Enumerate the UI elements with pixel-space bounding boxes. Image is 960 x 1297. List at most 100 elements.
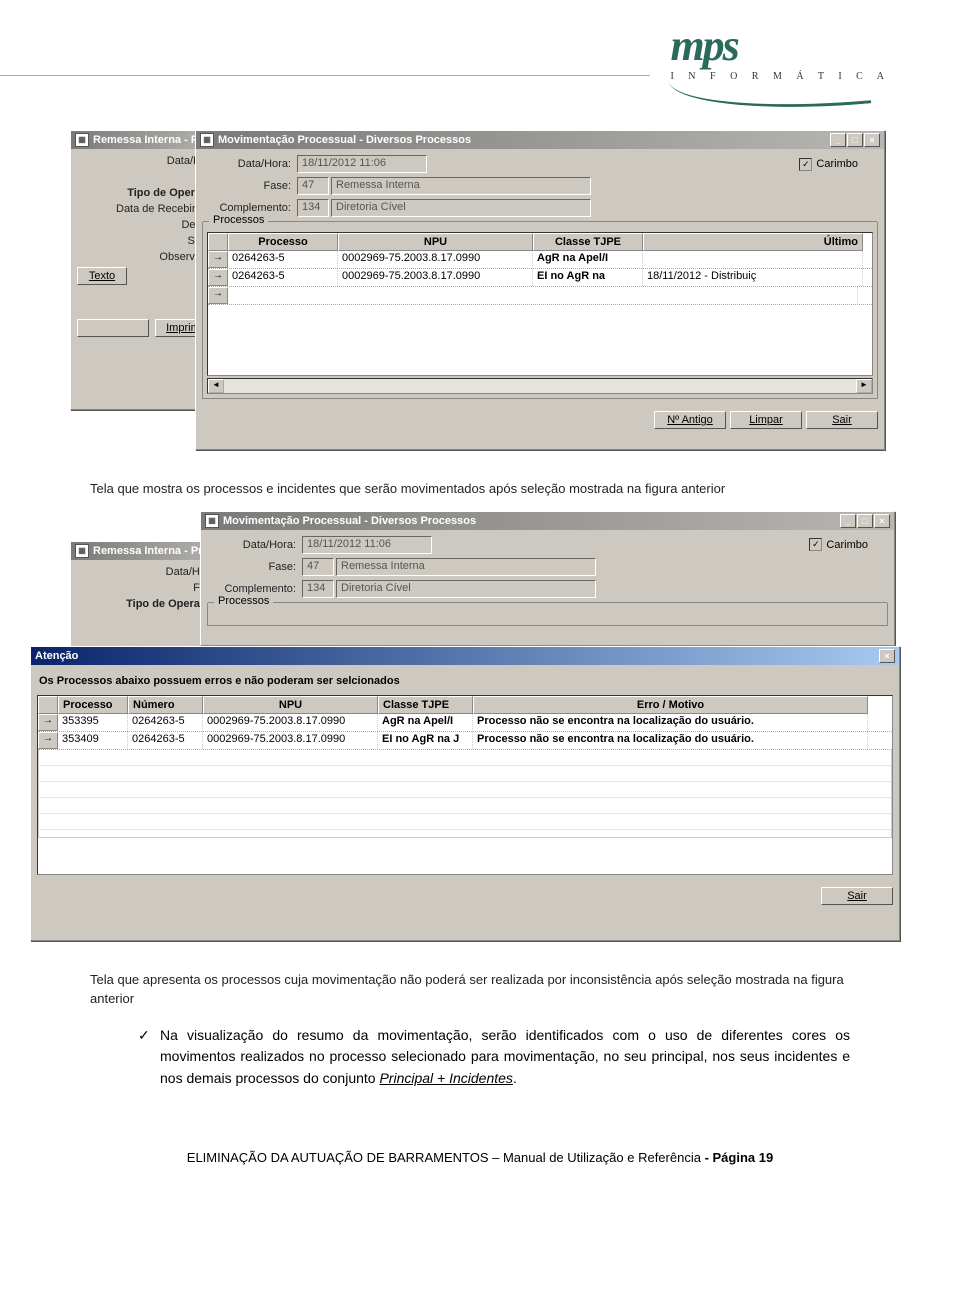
table-row[interactable]: → 353395 0264263-5 0002969-75.2003.8.17.…: [38, 714, 892, 732]
cell-processo: 0264263-5: [228, 269, 338, 286]
row-arrow-icon[interactable]: →: [208, 287, 228, 304]
cell-classe: AgR na Apel/I: [378, 714, 473, 731]
grid-footer-space: [38, 838, 892, 874]
check-icon: ✓: [138, 1025, 150, 1047]
col-processo: Processo: [58, 696, 128, 714]
col-processo: Processo: [228, 233, 338, 251]
bullet-link: Principal + Incidentes: [379, 1070, 512, 1086]
row-arrow-icon[interactable]: →: [38, 732, 58, 749]
footer-prefix: ELIMINAÇÃO DA AUTUAÇÃO DE BARRAMENTOS – …: [187, 1150, 701, 1165]
window-icon: ▦: [205, 514, 219, 528]
maximize-button[interactable]: □: [857, 514, 873, 528]
page-footer: ELIMINAÇÃO DA AUTUAÇÃO DE BARRAMENTOS – …: [70, 1150, 890, 1165]
input-datahora[interactable]: 18/11/2012 11:06: [297, 155, 427, 173]
cell-erro: Processo não se encontra na localização …: [473, 714, 868, 731]
processos-fieldset-2: Processos: [207, 602, 888, 626]
scroll-left-icon[interactable]: ◄: [208, 379, 224, 393]
limpar-button[interactable]: Limpar: [730, 411, 802, 429]
maximize-button[interactable]: □: [847, 133, 863, 147]
screenshot-stack-1: ▦ Remessa Interna - P Data/H F Tipo de O…: [70, 130, 890, 460]
input-comp-name: Diretoria Cível: [331, 199, 591, 217]
screenshot-stack-2: ▦ Remessa Interna - Pr Data/Ho Fa Tipo d…: [70, 511, 890, 951]
header-rule: [0, 75, 650, 76]
label-tipo-opera: Tipo de Opera: [77, 187, 207, 199]
label-observa: Observa: [77, 251, 207, 263]
minimize-button[interactable]: _: [830, 133, 846, 147]
input-fase-code[interactable]: 47: [302, 558, 334, 576]
grid-blank-rows: [38, 750, 892, 838]
label-data-receb: Data de Recebim: [77, 203, 207, 215]
cell-numero: 0264263-5: [128, 714, 203, 731]
warning-message: Os Processos abaixo possuem erros e não …: [37, 671, 893, 695]
row-arrow-icon[interactable]: →: [208, 251, 228, 268]
window-title: Movimentação Processual - Diversos Proce…: [223, 515, 476, 527]
errors-grid: Processo Número NPU Classe TJPE Erro / M…: [37, 695, 893, 875]
window-icon: ▦: [75, 133, 89, 147]
row-arrow-icon[interactable]: →: [208, 269, 228, 286]
col-ultimo: Último: [643, 233, 863, 251]
input-datahora[interactable]: 18/11/2012 11:06: [302, 536, 432, 554]
close-button[interactable]: ×: [879, 649, 895, 663]
cell-npu: 0002969-75.2003.8.17.0990: [203, 714, 378, 731]
window-title: Movimentação Processual - Diversos Proce…: [218, 134, 471, 146]
table-row[interactable]: → 0264263-5 0002969-75.2003.8.17.0990 Ag…: [208, 251, 872, 269]
col-erro: Erro / Motivo: [473, 696, 868, 714]
window-title: Remessa Interna - Pr: [93, 545, 202, 557]
input-comp-code[interactable]: 134: [302, 580, 334, 598]
processos-legend: Processos: [214, 595, 273, 607]
cell-processo: 353409: [58, 732, 128, 749]
col-numero: Número: [128, 696, 203, 714]
window-atencao: Atenção × Os Processos abaixo possuem er…: [30, 646, 900, 941]
cell-numero: 0264263-5: [128, 732, 203, 749]
grid-corner: [38, 696, 58, 714]
caption-1: Tela que mostra os processos e incidente…: [90, 480, 890, 499]
processos-grid: Processo NPU Classe TJPE Último → 026426…: [207, 232, 873, 376]
col-npu: NPU: [203, 696, 378, 714]
sair-button[interactable]: Sair: [806, 411, 878, 429]
sair-button[interactable]: Sair: [821, 887, 893, 905]
cell-erro: Processo não se encontra na localização …: [473, 732, 868, 749]
label-datahora: Data/Hora:: [207, 539, 302, 551]
label-dataho: Data/Ho: [77, 566, 212, 578]
cell-ultimo: 18/11/2012 - Distribuiç: [643, 269, 863, 286]
carimbo-checkbox[interactable]: ✓: [809, 538, 822, 551]
cell-empty: [228, 287, 858, 303]
table-row[interactable]: → 353409 0264263-5 0002969-75.2003.8.17.…: [38, 732, 892, 750]
input-fase-name: Remessa Interna: [331, 177, 591, 195]
input-comp-code[interactable]: 134: [297, 199, 329, 217]
bullet-paragraph: ✓ Na visualização do resumo da movimenta…: [160, 1025, 850, 1090]
grid-corner: [208, 233, 228, 251]
n-antigo-button[interactable]: Nº Antigo: [654, 411, 726, 429]
close-button[interactable]: ×: [874, 514, 890, 528]
cell-npu: 0002969-75.2003.8.17.0990: [338, 269, 533, 286]
cell-processo: 0264263-5: [228, 251, 338, 268]
scroll-right-icon[interactable]: ►: [856, 379, 872, 393]
table-row[interactable]: →: [208, 287, 872, 305]
cell-npu: 0002969-75.2003.8.17.0990: [203, 732, 378, 749]
input-fase-code[interactable]: 47: [297, 177, 329, 195]
cell-ultimo: [643, 251, 863, 268]
texto-button[interactable]: Texto: [77, 267, 127, 285]
label-fa: Fa: [77, 582, 212, 594]
label-f: F: [77, 171, 207, 183]
label-complemento: Complemento:: [207, 583, 302, 595]
label-se: Se: [77, 235, 207, 247]
input-comp-name: Diretoria Cível: [336, 580, 596, 598]
input-fase-name: Remessa Interna: [336, 558, 596, 576]
carimbo-label: Carimbo: [816, 158, 858, 170]
cell-npu: 0002969-75.2003.8.17.0990: [338, 251, 533, 268]
small-button[interactable]: [77, 319, 149, 337]
window-icon: ▦: [75, 544, 89, 558]
col-classe: Classe TJPE: [378, 696, 473, 714]
minimize-button[interactable]: _: [840, 514, 856, 528]
label-complemento: Complemento:: [202, 202, 297, 214]
label-des: Des: [77, 219, 207, 231]
brand-logo: mps I N F O R M Á T I C A: [670, 20, 890, 112]
table-row[interactable]: → 0264263-5 0002969-75.2003.8.17.0990 EI…: [208, 269, 872, 287]
horizontal-scrollbar[interactable]: ◄ ►: [207, 378, 873, 394]
label-fase: Fase:: [207, 561, 302, 573]
close-button[interactable]: ×: [864, 133, 880, 147]
row-arrow-icon[interactable]: →: [38, 714, 58, 731]
cell-classe: AgR na Apel/I: [533, 251, 643, 268]
carimbo-checkbox[interactable]: ✓: [799, 158, 812, 171]
